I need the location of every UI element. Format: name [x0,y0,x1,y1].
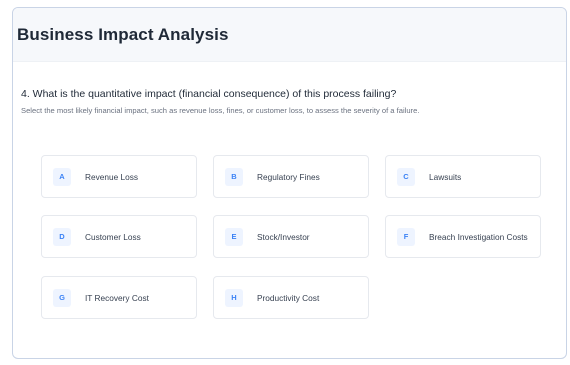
option-breach-investigation-costs[interactable]: F Breach Investigation Costs [385,215,541,258]
option-label: Regulatory Fines [257,171,320,182]
option-letter-badge: F [397,227,415,246]
option-lawsuits[interactable]: C Lawsuits [385,155,541,198]
option-stock-investor[interactable]: E Stock/Investor [213,215,369,258]
option-customer-loss[interactable]: D Customer Loss [41,215,197,258]
option-label: Customer Loss [85,231,141,242]
option-label: Stock/Investor [257,231,310,242]
option-regulatory-fines[interactable]: B Regulatory Fines [213,155,369,198]
option-productivity-cost[interactable]: H Productivity Cost [213,276,369,319]
option-label: IT Recovery Cost [85,292,149,303]
option-label: Productivity Cost [257,292,320,303]
question-text: 4. What is the quantitative impact (fina… [21,88,397,100]
page-title: Business Impact Analysis [17,24,229,44]
question-description: Select the most likely financial impact,… [21,106,420,115]
option-letter-badge: H [225,288,243,307]
card-header: Business Impact Analysis [13,8,566,62]
option-revenue-loss[interactable]: A Revenue Loss [41,155,197,198]
option-label: Revenue Loss [85,171,139,182]
option-letter-badge: E [225,227,243,246]
option-letter-badge: G [53,288,71,307]
option-letter-badge: A [53,167,71,186]
option-letter-badge: C [397,167,415,186]
option-it-recovery-cost[interactable]: G IT Recovery Cost [41,276,197,319]
option-label: Lawsuits [429,171,462,182]
option-label: Breach Investigation Costs [429,231,528,242]
option-letter-badge: D [53,227,71,246]
option-letter-badge: B [225,167,243,186]
